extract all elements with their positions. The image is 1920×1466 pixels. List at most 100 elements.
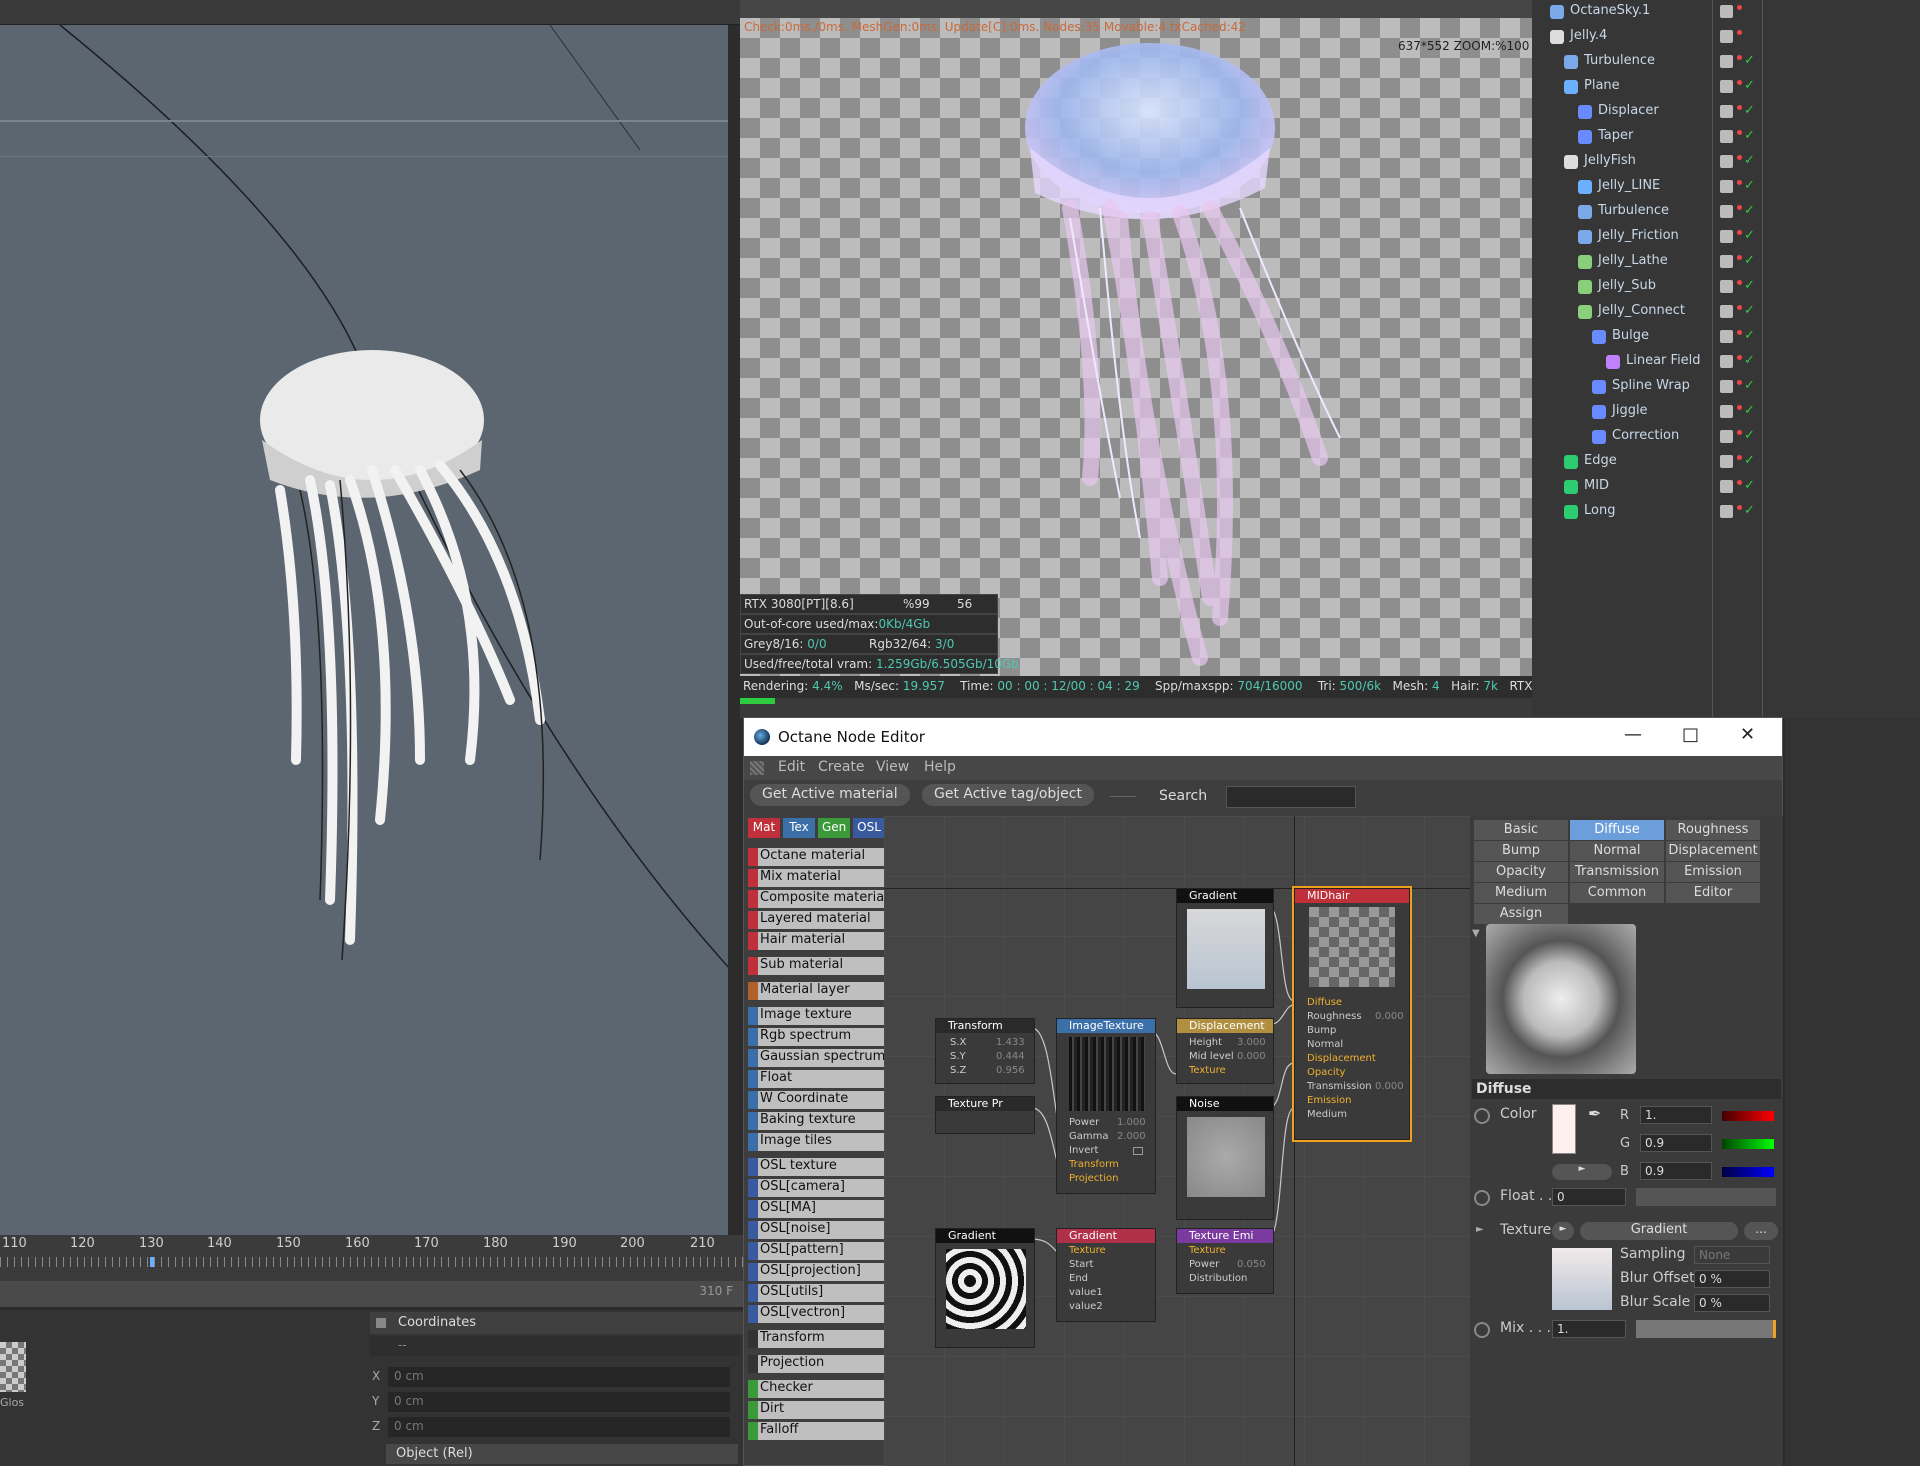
port-projection[interactable]: Projection <box>1069 1173 1118 1184</box>
object-name[interactable]: Long <box>1584 503 1615 518</box>
close-icon[interactable]: ✕ <box>1740 724 1755 745</box>
visibility-dot-icon[interactable] <box>1737 405 1742 410</box>
timeline-ruler[interactable] <box>0 1257 745 1267</box>
node-editor-titlebar[interactable]: Octane Node Editor — □ ✕ <box>744 718 1782 756</box>
object-row[interactable]: Linear Field ✓ <box>1532 350 1920 375</box>
category-tab-gen[interactable]: Gen <box>818 818 850 838</box>
object-name[interactable]: Jiggle <box>1612 403 1648 418</box>
visibility-dot-icon[interactable] <box>1737 130 1742 135</box>
object-row[interactable]: OctaneSky.1 <box>1532 0 1920 25</box>
visibility-dot-icon[interactable] <box>1737 30 1742 35</box>
object-row[interactable]: Displacer ✓ <box>1532 100 1920 125</box>
object-row[interactable]: Turbulence ✓ <box>1532 200 1920 225</box>
visibility-dot-icon[interactable] <box>1737 205 1742 210</box>
category-tab-mat[interactable]: Mat <box>748 818 780 838</box>
layer-icon[interactable] <box>1720 380 1733 393</box>
gradient-node[interactable]: Gradient <box>1176 888 1274 1008</box>
coordinate-mode-select[interactable]: Object (Rel) <box>386 1444 738 1464</box>
node-list-item[interactable]: OSL[pattern] <box>748 1242 884 1260</box>
blue-slider[interactable] <box>1722 1167 1774 1177</box>
object-row[interactable]: Jelly_Sub ✓ <box>1532 275 1920 300</box>
layer-icon[interactable] <box>1720 455 1733 468</box>
enabled-check-icon[interactable]: ✓ <box>1744 353 1755 368</box>
port-texture[interactable]: Texture <box>1189 1245 1226 1256</box>
object-name[interactable]: MID <box>1584 478 1609 493</box>
layer-icon[interactable] <box>1720 105 1733 118</box>
object-name[interactable]: Plane <box>1584 78 1620 93</box>
r-input[interactable]: 1. <box>1640 1106 1712 1124</box>
object-row[interactable]: Jelly_Friction ✓ <box>1532 225 1920 250</box>
timeline[interactable]: 110 120 130 140 150 160 170 180 190 200 … <box>0 1235 745 1307</box>
height-value[interactable]: 3.000 <box>1237 1037 1266 1048</box>
node-list-item[interactable]: OSL[projection] <box>748 1263 884 1281</box>
prop-tab-opacity[interactable]: Opacity <box>1474 862 1568 882</box>
object-name[interactable]: Bulge <box>1612 328 1649 343</box>
node-list-item[interactable]: Octane material <box>748 848 884 866</box>
layer-icon[interactable] <box>1720 80 1733 93</box>
visibility-dot-icon[interactable] <box>1737 505 1742 510</box>
object-row[interactable]: Correction ✓ <box>1532 425 1920 450</box>
port-start[interactable]: Start <box>1069 1259 1093 1270</box>
layer-icon[interactable] <box>1720 255 1733 268</box>
node-list-item[interactable]: Rgb spectrum <box>748 1028 884 1046</box>
mix-radio[interactable] <box>1474 1322 1490 1338</box>
enabled-check-icon[interactable]: ✓ <box>1744 403 1755 418</box>
layer-icon[interactable] <box>1720 30 1733 43</box>
category-tab-tex[interactable]: Tex <box>783 818 815 838</box>
menu-view[interactable]: View <box>876 759 909 775</box>
object-row[interactable]: Jelly.4 <box>1532 25 1920 50</box>
visibility-dot-icon[interactable] <box>1737 255 1742 260</box>
node-list-item[interactable]: OSL[noise] <box>748 1221 884 1239</box>
layer-icon[interactable] <box>1720 5 1733 18</box>
layer-icon[interactable] <box>1720 305 1733 318</box>
enabled-check-icon[interactable]: ✓ <box>1744 278 1755 293</box>
texture-gradient-button[interactable]: Gradient <box>1580 1222 1738 1240</box>
enabled-check-icon[interactable]: ✓ <box>1744 428 1755 443</box>
object-row[interactable]: Edge ✓ <box>1532 450 1920 475</box>
prop-tab-emission[interactable]: Emission <box>1666 862 1760 882</box>
node-list-item[interactable]: Baking texture <box>748 1112 884 1130</box>
menu-create[interactable]: Create <box>818 759 865 775</box>
node-list-item[interactable]: W Coordinate <box>748 1091 884 1109</box>
layer-icon[interactable] <box>1720 130 1733 143</box>
prop-tab-bump[interactable]: Bump <box>1474 841 1568 861</box>
expand-arrow-icon[interactable]: ► <box>1476 1224 1484 1235</box>
menu-help[interactable]: Help <box>924 759 956 775</box>
object-name[interactable]: Jelly_Connect <box>1598 303 1685 318</box>
red-slider[interactable] <box>1722 1111 1774 1121</box>
prop-tab-diffuse[interactable]: Diffuse <box>1570 820 1664 840</box>
checkbox-icon[interactable] <box>376 1318 386 1328</box>
object-name[interactable]: OctaneSky.1 <box>1570 3 1650 18</box>
prop-tab-roughness[interactable]: Roughness <box>1666 820 1760 840</box>
object-name[interactable]: Jelly_Lathe <box>1598 253 1668 268</box>
prop-tab-editor[interactable]: Editor <box>1666 883 1760 903</box>
prop-tab-common[interactable]: Common <box>1570 883 1664 903</box>
visibility-dot-icon[interactable] <box>1737 430 1742 435</box>
layer-icon[interactable] <box>1720 330 1733 343</box>
port-texture[interactable]: Texture <box>1069 1245 1106 1256</box>
enabled-check-icon[interactable]: ✓ <box>1744 478 1755 493</box>
color-swatch[interactable] <box>1552 1104 1576 1154</box>
port-distribution[interactable]: Distribution <box>1189 1273 1247 1284</box>
green-slider[interactable] <box>1722 1139 1774 1149</box>
node-list-item[interactable]: Transform <box>748 1330 884 1348</box>
object-row[interactable]: Spline Wrap ✓ <box>1532 375 1920 400</box>
timeline-bar[interactable]: 310 F <box>0 1281 745 1307</box>
g-input[interactable]: 0.9 <box>1640 1134 1712 1152</box>
b-input[interactable]: 0.9 <box>1640 1162 1712 1180</box>
visibility-dot-icon[interactable] <box>1737 105 1742 110</box>
object-name[interactable]: Turbulence <box>1598 203 1669 218</box>
object-name[interactable]: Jelly_LINE <box>1598 178 1660 193</box>
enabled-check-icon[interactable]: ✓ <box>1744 78 1755 93</box>
object-row[interactable]: Long ✓ <box>1532 500 1920 525</box>
prop-tab-displacement[interactable]: Displacement <box>1666 841 1760 861</box>
layer-icon[interactable] <box>1720 230 1733 243</box>
node-list-item[interactable]: Dirt <box>748 1401 884 1419</box>
node-list-item[interactable]: Composite material <box>748 890 884 908</box>
texture-more-button[interactable]: ... <box>1744 1222 1778 1240</box>
visibility-dot-icon[interactable] <box>1737 455 1742 460</box>
object-name[interactable]: Edge <box>1584 453 1617 468</box>
node-list-item[interactable]: OSL[MA] <box>748 1200 884 1218</box>
object-name[interactable]: Taper <box>1598 128 1633 143</box>
visibility-dot-icon[interactable] <box>1737 230 1742 235</box>
